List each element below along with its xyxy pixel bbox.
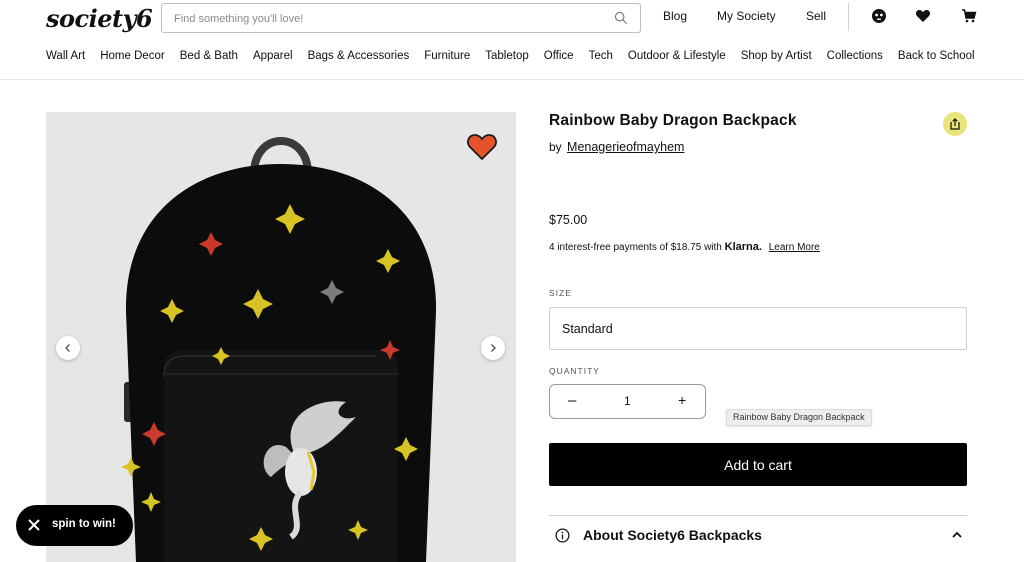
size-selected-value: Standard xyxy=(562,322,613,336)
spin-to-win-button[interactable]: spin to win! xyxy=(16,505,133,546)
nav-item-tabletop[interactable]: Tabletop xyxy=(485,50,528,66)
by-label: by xyxy=(549,140,562,154)
klarna-learn-more-link[interactable]: Learn More xyxy=(769,242,820,253)
sell-link[interactable]: Sell xyxy=(806,9,826,23)
next-image-button[interactable] xyxy=(481,336,505,360)
product-title: Rainbow Baby Dragon Backpack xyxy=(549,112,797,129)
product-price: $75.00 xyxy=(549,213,588,227)
chevron-up-icon[interactable] xyxy=(951,529,963,541)
search-input[interactable] xyxy=(174,10,594,28)
nav-item-back-to-school[interactable]: Back to School xyxy=(898,50,975,66)
artist-byline: by Menagerieofmayhem xyxy=(549,140,684,154)
my-society-link[interactable]: My Society xyxy=(717,9,776,23)
nav-item-home-decor[interactable]: Home Decor xyxy=(100,50,165,66)
nav-item-office[interactable]: Office xyxy=(544,50,574,66)
nav-item-bed-bath[interactable]: Bed & Bath xyxy=(180,50,238,66)
nav-item-bags-accessories[interactable]: Bags & Accessories xyxy=(308,50,410,66)
nav-item-tech[interactable]: Tech xyxy=(589,50,613,66)
backpack-image xyxy=(121,137,437,562)
site-header: society6 Blog My Society Sell Wall Art H… xyxy=(0,0,1024,80)
product-tooltip: Rainbow Baby Dragon Backpack xyxy=(726,409,872,426)
favorite-heart-icon[interactable] xyxy=(467,133,497,161)
cart-icon[interactable] xyxy=(961,8,977,24)
nav-item-apparel[interactable]: Apparel xyxy=(253,50,293,66)
share-button[interactable] xyxy=(943,112,967,136)
about-divider xyxy=(549,515,967,516)
about-accordion[interactable]: About Society6 Backpacks xyxy=(555,527,967,549)
quantity-increase-button[interactable]: + xyxy=(678,392,686,408)
nav-item-furniture[interactable]: Furniture xyxy=(424,50,470,66)
search-bar[interactable] xyxy=(161,3,641,33)
quantity-label: QUANTITY xyxy=(549,366,600,376)
klarna-text: 4 interest-free payments of $18.75 with xyxy=(549,242,722,253)
klarna-logo: Klarna. xyxy=(724,241,762,253)
size-select[interactable]: Standard xyxy=(549,307,967,350)
nav-item-collections[interactable]: Collections xyxy=(827,50,883,66)
add-to-cart-button[interactable]: Add to cart xyxy=(549,443,967,486)
klarna-installments: 4 interest-free payments of $18.75 with … xyxy=(549,241,820,253)
about-title: About Society6 Backpacks xyxy=(583,527,762,543)
spin-to-win-label: spin to win! xyxy=(52,518,116,530)
blog-link[interactable]: Blog xyxy=(663,9,687,23)
product-image-gallery xyxy=(46,112,516,562)
chevron-right-icon xyxy=(491,344,496,352)
share-icon xyxy=(950,118,960,130)
quantity-stepper: – 1 + xyxy=(549,384,706,419)
size-label: SIZE xyxy=(549,288,572,298)
nav-item-shop-by-artist[interactable]: Shop by Artist xyxy=(741,50,812,66)
artist-link[interactable]: Menagerieofmayhem xyxy=(567,140,684,154)
close-icon[interactable] xyxy=(27,518,41,532)
quantity-value[interactable]: 1 xyxy=(624,394,631,408)
account-icon[interactable] xyxy=(871,8,887,24)
nav-item-wall-art[interactable]: Wall Art xyxy=(46,50,85,66)
heart-icon[interactable] xyxy=(915,8,931,24)
nav-item-outdoor-lifestyle[interactable]: Outdoor & Lifestyle xyxy=(628,50,726,66)
society6-logo[interactable]: society6 xyxy=(46,4,153,33)
previous-image-button[interactable] xyxy=(56,336,80,360)
quantity-decrease-button[interactable]: – xyxy=(568,392,576,409)
chevron-left-icon xyxy=(65,344,70,352)
info-icon xyxy=(555,528,570,543)
category-nav: Wall Art Home Decor Bed & Bath Apparel B… xyxy=(46,50,990,66)
search-icon[interactable] xyxy=(614,11,628,25)
header-divider xyxy=(848,3,849,31)
